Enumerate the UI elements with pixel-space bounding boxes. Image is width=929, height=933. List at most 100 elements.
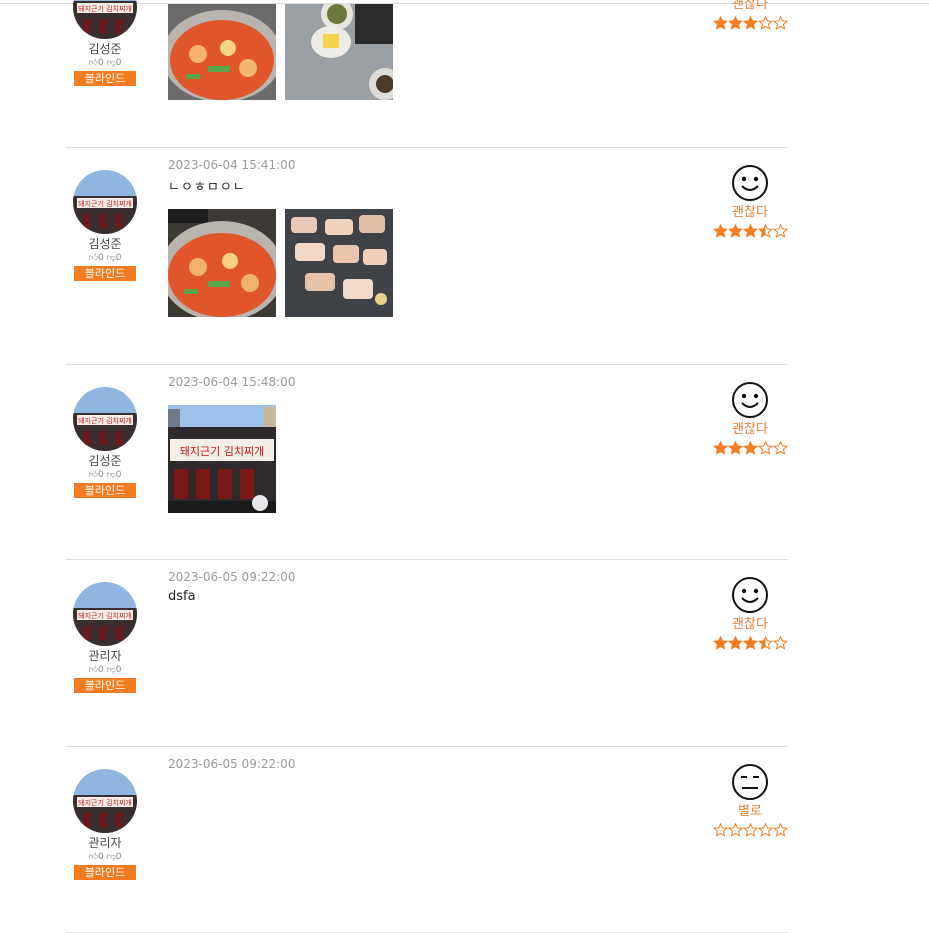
neutral-face-icon [732, 764, 768, 800]
blind-button[interactable]: 블라인드 [74, 865, 136, 880]
review-text: dsfa [168, 589, 196, 604]
avatar[interactable]: 돼지근기 김치찌개 [73, 769, 137, 833]
review-item: 돼지근기 김치찌개 김성준 👍︎0 👎︎0 블라인드 2023-06-04 15… [66, 365, 788, 560]
review-item: 돼지근기 김치찌개 관리자 👍︎0 👎︎0 블라인드 2023-06-05 09… [66, 560, 788, 747]
star-filled-icon [712, 441, 728, 455]
smile-face-icon [732, 165, 768, 201]
svg-text:돼지근기 김치찌개: 돼지근기 김치찌개 [78, 199, 132, 208]
star-empty-icon [772, 16, 788, 30]
blind-button[interactable]: 블라인드 [74, 678, 136, 693]
star-half-icon [757, 636, 773, 650]
like-icon[interactable]: 👍︎ [89, 470, 98, 480]
star-empty-icon [772, 224, 788, 238]
svg-text:돼지근기 김치찌개: 돼지근기 김치찌개 [78, 611, 132, 620]
rating-block: 괜찮다 [712, 0, 788, 30]
reaction-counts: 👍︎0 👎︎0 [72, 469, 138, 481]
dislike-icon[interactable]: 👎︎ [107, 253, 116, 263]
avatar[interactable]: 돼지근기 김치찌개 [73, 582, 137, 646]
rating-block: 괜찮다 [712, 381, 788, 455]
blind-button[interactable]: 블라인드 [74, 483, 136, 498]
star-filled-icon [727, 224, 743, 238]
smile-face-icon [732, 382, 768, 418]
rating-block: 괜찮다 [712, 164, 788, 238]
review-item: 돼지근기 김치찌개 관리자 👍︎0 👎︎0 블라인드 2023-06-05 09… [66, 747, 788, 933]
smile-face-icon [732, 577, 768, 613]
star-rating [712, 636, 788, 650]
svg-text:돼지근기 김치찌개: 돼지근기 김치찌개 [180, 445, 264, 458]
reviewer-info: 돼지근기 김치찌개 김성준 👍︎0 👎︎0 블라인드 [72, 0, 138, 86]
dislike-count: 0 [115, 253, 122, 263]
star-empty-icon [757, 16, 773, 30]
blind-button[interactable]: 블라인드 [74, 266, 136, 281]
star-empty-icon [772, 823, 788, 837]
reviewer-info: 돼지근기 김치찌개 김성준 👍︎0 👎︎0 블라인드 [72, 387, 138, 498]
dislike-count: 0 [115, 665, 122, 675]
rating-label: 괜찮다 [732, 205, 768, 220]
restaurant-storefront-photo[interactable]: 돼지근기 김치찌개 [168, 405, 276, 513]
review-date: 2023-06-04 15:41:00 [168, 158, 296, 172]
like-icon[interactable]: 👍︎ [89, 665, 98, 675]
star-filled-icon [727, 441, 743, 455]
star-filled-icon [742, 636, 758, 650]
like-icon[interactable]: 👍︎ [89, 253, 98, 263]
reviewer-name[interactable]: 김성준 [72, 236, 138, 252]
dislike-icon[interactable]: 👎︎ [107, 58, 116, 68]
rating-label: 별로 [738, 804, 762, 819]
avatar[interactable]: 돼지근기 김치찌개 [73, 170, 137, 234]
like-icon[interactable]: 👍︎ [89, 58, 98, 68]
review-date: 2023-06-05 09:22:00 [168, 757, 296, 771]
reviewer-info: 돼지근기 김치찌개 관리자 👍︎0 👎︎0 블라인드 [72, 769, 138, 880]
review-date: 2023-06-05 09:22:00 [168, 570, 296, 584]
reviewer-name[interactable]: 김성준 [72, 453, 138, 469]
star-half-icon [757, 224, 773, 238]
star-empty-icon [757, 823, 773, 837]
like-count: 0 [97, 470, 104, 480]
review-images [168, 4, 393, 112]
review-images [168, 209, 393, 317]
star-filled-icon [727, 636, 743, 650]
reaction-counts: 👍︎0 👎︎0 [72, 851, 138, 863]
reaction-counts: 👍︎0 👎︎0 [72, 664, 138, 676]
dislike-icon[interactable]: 👎︎ [107, 470, 116, 480]
star-filled-icon [742, 441, 758, 455]
kimchi-stew-photo[interactable] [168, 4, 276, 112]
rating-block: 괜찮다 [712, 576, 788, 650]
like-count: 0 [97, 253, 104, 263]
like-count: 0 [97, 665, 104, 675]
reaction-counts: 👍︎0 👎︎0 [72, 252, 138, 264]
rating-label: 괜찮다 [732, 617, 768, 632]
blind-button[interactable]: 블라인드 [74, 71, 136, 86]
grilled-pork-photo[interactable] [285, 209, 393, 317]
reviewer-name[interactable]: 관리자 [72, 835, 138, 851]
reaction-counts: 👍︎0 👎︎0 [72, 57, 138, 69]
rating-label: 괜찮다 [732, 422, 768, 437]
svg-text:돼지근기 김치찌개: 돼지근기 김치찌개 [78, 4, 132, 13]
reviewer-name[interactable]: 김성준 [72, 41, 138, 57]
avatar[interactable]: 돼지근기 김치찌개 [73, 0, 137, 39]
star-empty-icon [712, 823, 728, 837]
dislike-count: 0 [115, 852, 122, 862]
star-filled-icon [742, 224, 758, 238]
dislike-count: 0 [115, 470, 122, 480]
review-date: 2023-06-04 15:48:00 [168, 375, 296, 389]
kimchi-stew-photo[interactable] [168, 209, 276, 317]
star-rating [712, 823, 788, 837]
like-count: 0 [97, 852, 104, 862]
like-icon[interactable]: 👍︎ [89, 852, 98, 862]
dislike-icon[interactable]: 👎︎ [107, 665, 116, 675]
avatar[interactable]: 돼지근기 김치찌개 [73, 387, 137, 451]
dislike-icon[interactable]: 👎︎ [107, 852, 116, 862]
svg-text:돼지근기 김치찌개: 돼지근기 김치찌개 [78, 798, 132, 807]
side-dishes-photo[interactable] [285, 4, 393, 112]
reviewer-info: 돼지근기 김치찌개 김성준 👍︎0 👎︎0 블라인드 [72, 170, 138, 281]
reviewer-name[interactable]: 관리자 [72, 648, 138, 664]
star-rating [712, 224, 788, 238]
star-empty-icon [727, 823, 743, 837]
dislike-count: 0 [115, 58, 122, 68]
star-filled-icon [712, 16, 728, 30]
star-empty-icon [742, 823, 758, 837]
rating-block: 별로 [712, 763, 788, 837]
star-empty-icon [757, 441, 773, 455]
star-filled-icon [727, 16, 743, 30]
rating-label: 괜찮다 [732, 0, 768, 12]
